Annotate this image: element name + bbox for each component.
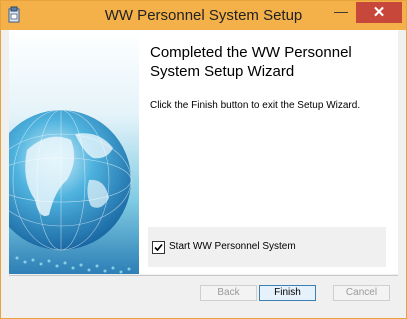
launch-option-panel: Start WW Personnel System (148, 227, 386, 267)
completion-heading: Completed the WW Personnel System Setup … (150, 44, 352, 80)
completion-description: Click the Finish button to exit the Setu… (150, 100, 361, 111)
cancel-button[interactable]: Cancel (333, 285, 390, 301)
wizard-content: Completed the WW Personnel System Setup … (1, 30, 398, 274)
setup-window: WW Personnel System Setup — ✕ Completed … (0, 0, 407, 319)
checkmark-icon (154, 243, 163, 252)
start-app-label[interactable]: Start WW Personnel System (169, 241, 296, 252)
back-button[interactable]: Back (200, 285, 257, 301)
title-bar[interactable]: WW Personnel System Setup — ✕ (1, 1, 406, 30)
footer-divider (9, 275, 398, 276)
globe-banner-image (1, 30, 139, 274)
start-app-checkbox[interactable] (152, 241, 165, 254)
minimize-button[interactable]: — (328, 3, 354, 23)
close-button[interactable]: ✕ (356, 2, 402, 23)
finish-button[interactable]: Finish (259, 285, 316, 301)
